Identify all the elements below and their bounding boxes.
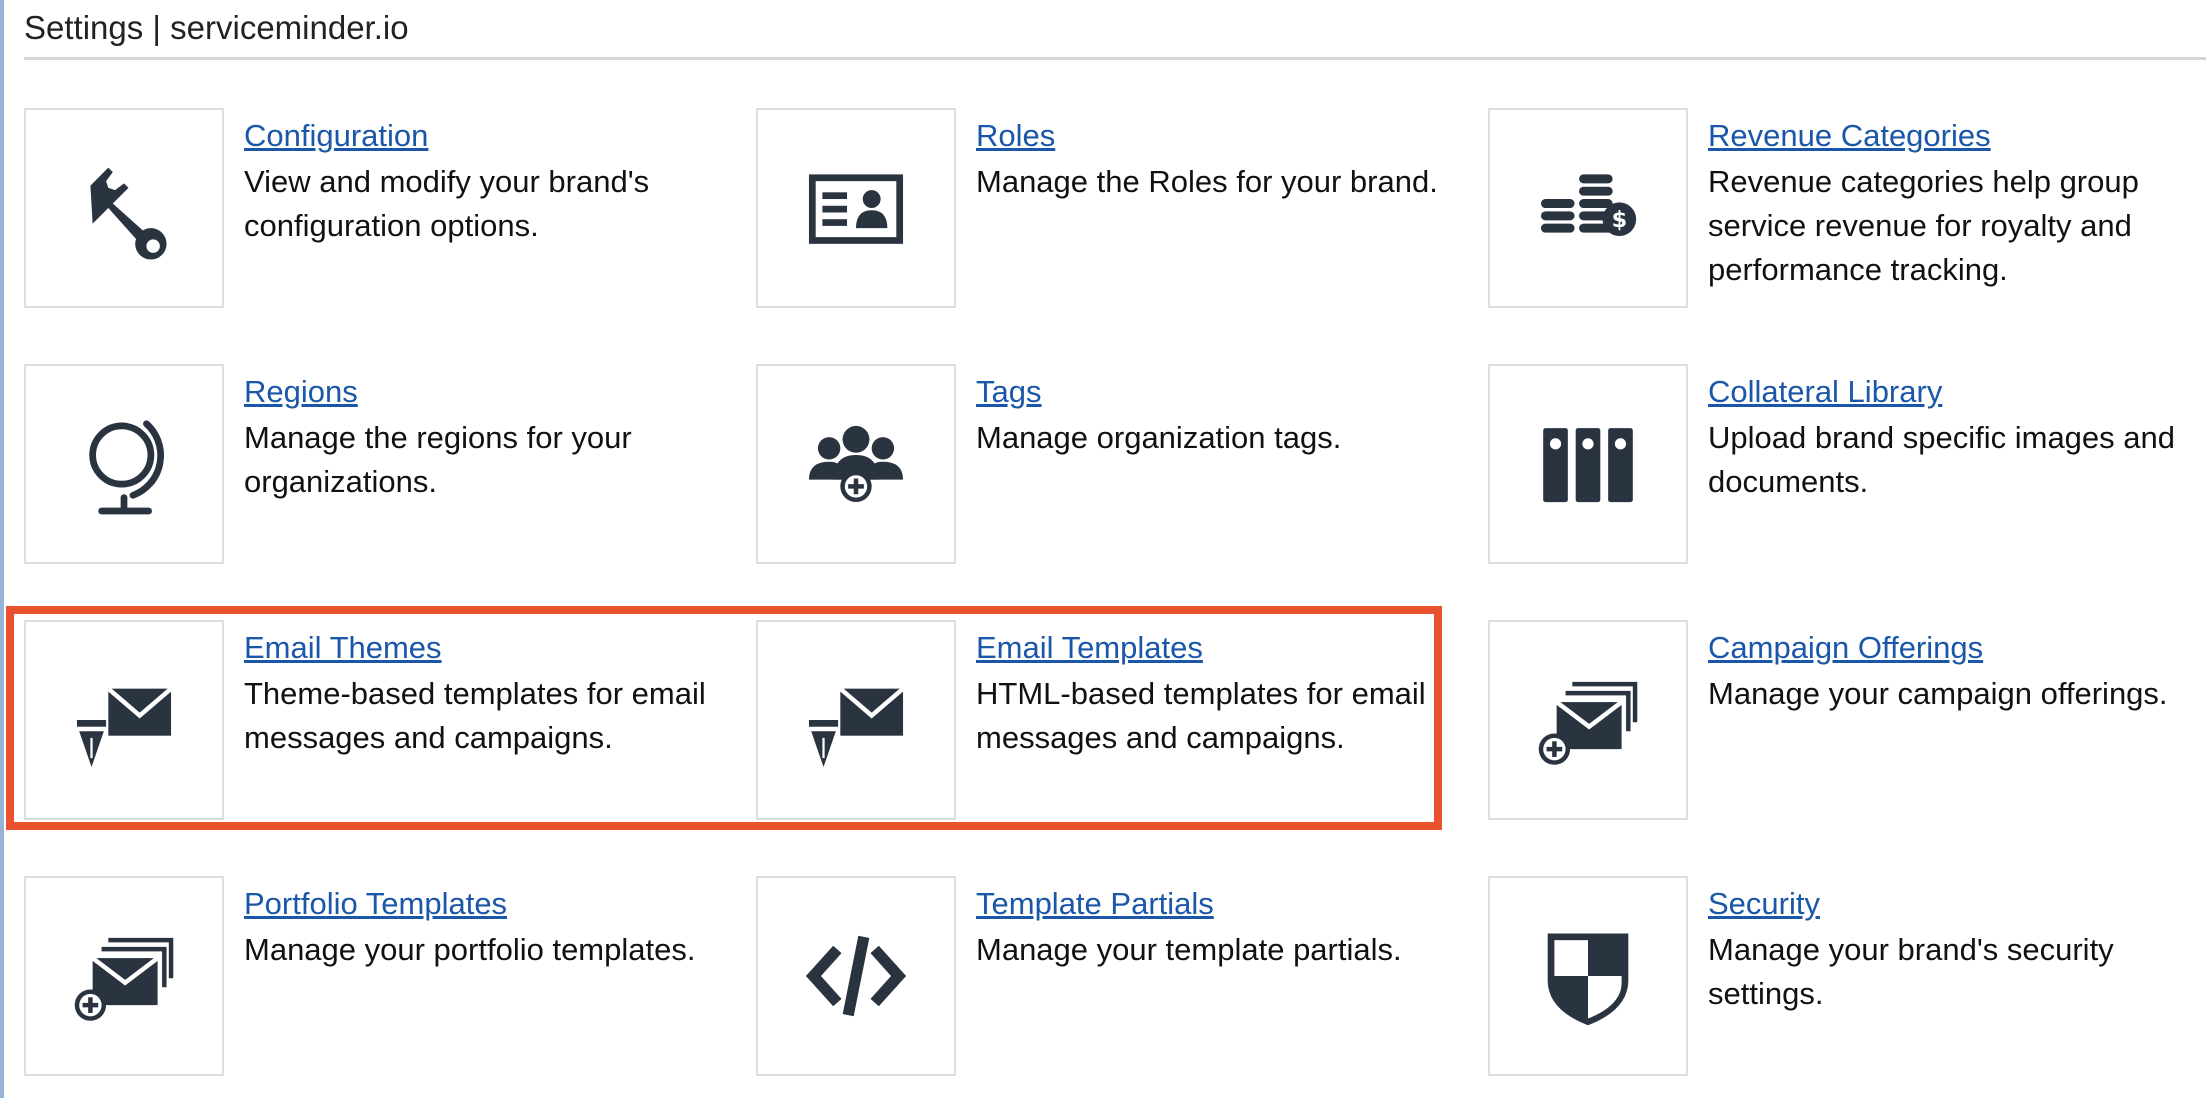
tile-icon-box[interactable] (1488, 364, 1688, 564)
tile-template-partials: Template Partials Manage your template p… (756, 876, 1476, 1076)
tags-description: Manage organization tags. (976, 420, 1342, 455)
portfolio-templates-description: Manage your portfolio templates. (244, 932, 696, 967)
binders-icon (1543, 428, 1633, 503)
left-accent-bar (0, 0, 4, 1098)
tile-icon-box[interactable] (24, 620, 224, 820)
template-partials-description: Manage your template partials. (976, 932, 1402, 967)
regions-link[interactable]: Regions (244, 372, 358, 412)
tile-revenue-categories: $ Revenue Categories Revenue categories … (1488, 108, 2206, 308)
svg-text:$: $ (1612, 207, 1628, 233)
tile-icon-box[interactable] (756, 620, 956, 820)
configuration-description: View and modify your brand's configurati… (244, 164, 650, 243)
id-card-icon (808, 174, 904, 244)
tile-roles: Roles Manage the Roles for your brand. (756, 108, 1476, 308)
page-title: Settings | serviceminder.io (24, 9, 409, 46)
pen-envelope-icon (76, 686, 173, 768)
globe-icon (89, 420, 165, 515)
tile-icon-box[interactable] (24, 108, 224, 308)
tile-collateral-library: Collateral Library Upload brand specific… (1488, 364, 2206, 564)
user-group-add-icon (808, 425, 904, 503)
tile-icon-box[interactable] (24, 876, 224, 1076)
email-templates-description: HTML-based templates for email messages … (976, 676, 1426, 755)
tile-configuration: Configuration View and modify your brand… (24, 108, 744, 308)
tile-campaign-offerings: Campaign Offerings Manage your campaign … (1488, 620, 2206, 820)
pen-envelope-icon (808, 686, 905, 768)
tile-icon-box[interactable] (756, 364, 956, 564)
roles-description: Manage the Roles for your brand. (976, 164, 1438, 199)
security-link[interactable]: Security (1708, 884, 1820, 924)
coin-stacks-icon: $ (1540, 174, 1637, 236)
tile-icon-box[interactable]: $ (1488, 108, 1688, 308)
tile-icon-box[interactable] (24, 364, 224, 564)
tags-link[interactable]: Tags (976, 372, 1041, 412)
tile-email-templates: Email Templates HTML-based templates for… (756, 620, 1476, 820)
revenue-categories-link[interactable]: Revenue Categories (1708, 116, 1991, 156)
tile-icon-box[interactable] (756, 108, 956, 308)
wrench-icon (90, 167, 167, 260)
envelope-stack-add-icon (74, 937, 174, 1021)
campaign-offerings-description: Manage your campaign offerings. (1708, 676, 2168, 711)
template-partials-link[interactable]: Template Partials (976, 884, 1214, 924)
configuration-link[interactable]: Configuration (244, 116, 428, 156)
code-icon (805, 935, 907, 1017)
tile-email-themes: Email Themes Theme-based templates for e… (24, 620, 744, 820)
tile-icon-box[interactable] (1488, 620, 1688, 820)
regions-description: Manage the regions for your organization… (244, 420, 632, 499)
revenue-categories-description: Revenue categories help group service re… (1708, 164, 2139, 287)
collateral-library-description: Upload brand specific images and documen… (1708, 420, 2175, 499)
tile-portfolio-templates: Portfolio Templates Manage your portfoli… (24, 876, 744, 1076)
email-templates-link[interactable]: Email Templates (976, 628, 1203, 668)
tile-regions: Regions Manage the regions for your orga… (24, 364, 744, 564)
campaign-offerings-link[interactable]: Campaign Offerings (1708, 628, 1983, 668)
shield-icon (1547, 933, 1629, 1026)
tile-tags: Tags Manage organization tags. (756, 364, 1476, 564)
roles-link[interactable]: Roles (976, 116, 1055, 156)
email-themes-description: Theme-based templates for email messages… (244, 676, 706, 755)
collateral-library-link[interactable]: Collateral Library (1708, 372, 1942, 412)
tile-security: Security Manage your brand's security se… (1488, 876, 2206, 1076)
tile-icon-box[interactable] (756, 876, 956, 1076)
portfolio-templates-link[interactable]: Portfolio Templates (244, 884, 507, 924)
security-description: Manage your brand's security settings. (1708, 932, 2114, 1011)
email-themes-link[interactable]: Email Themes (244, 628, 442, 668)
title-divider (24, 57, 2206, 60)
envelope-stack-add-icon (1538, 681, 1638, 765)
tile-icon-box[interactable] (1488, 876, 1688, 1076)
